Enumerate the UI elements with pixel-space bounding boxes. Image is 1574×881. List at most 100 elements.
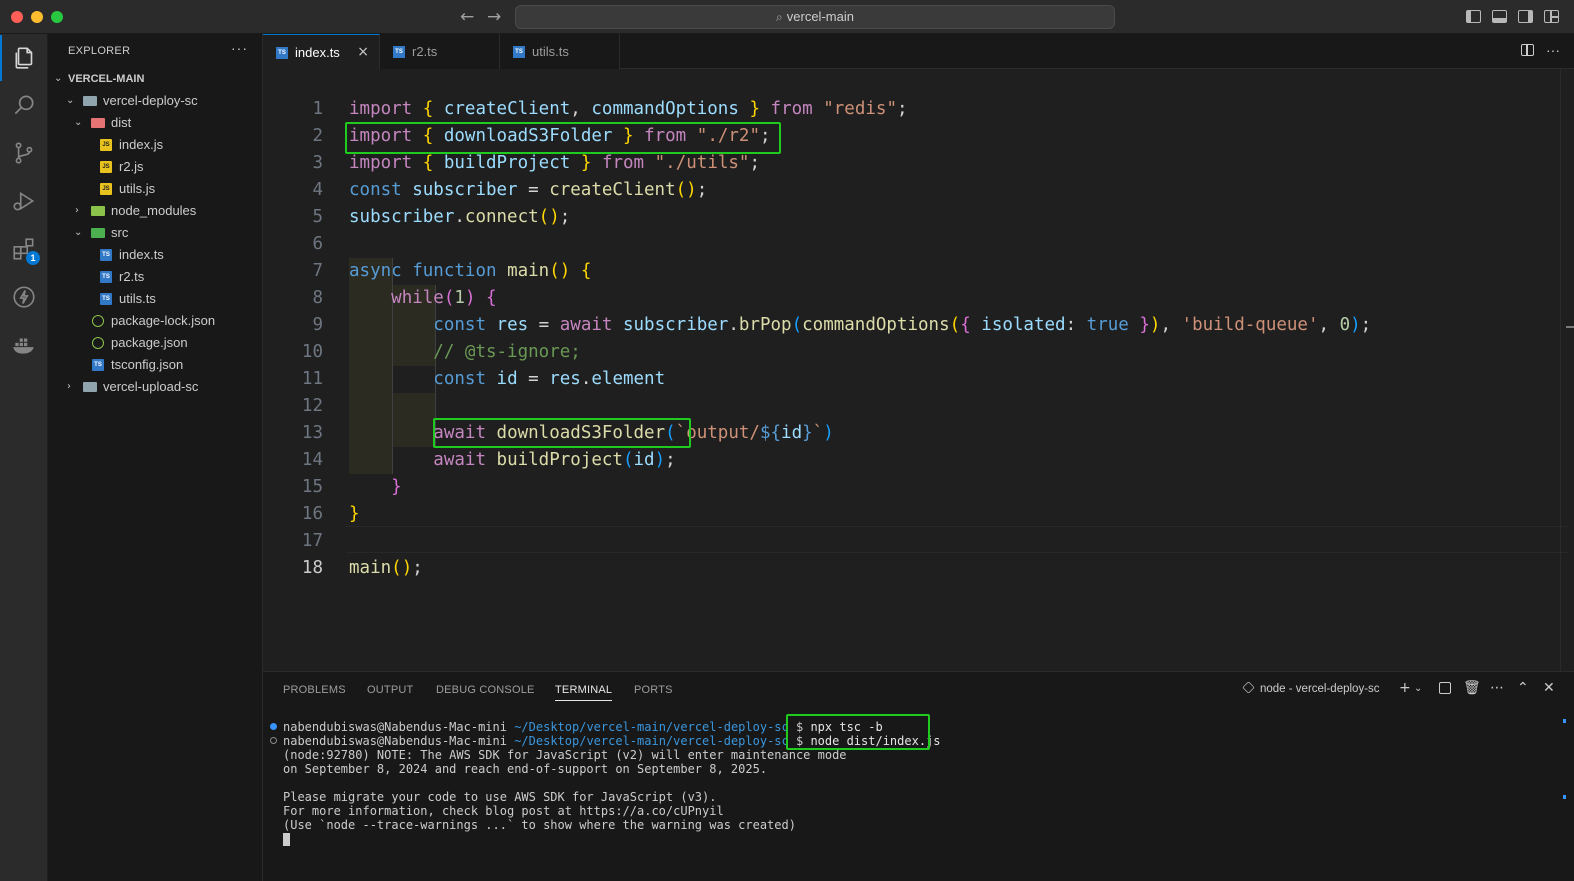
- json-file-icon: [92, 315, 104, 327]
- command-success-dot[interactable]: [270, 723, 277, 730]
- folder-icon: [83, 96, 97, 106]
- code-line: 9 const res = await subscriber.brPop(com…: [312, 315, 1372, 335]
- activity-bar: 1: [0, 34, 48, 881]
- code-line: 2 import { downloadS3Folder } from "./r2"…: [312, 126, 771, 146]
- editor-scrollbar[interactable]: [1560, 69, 1574, 671]
- chevron-down-icon: ⌄: [66, 95, 75, 106]
- code-line: 12: [301, 396, 323, 416]
- highlight-box-await-buildproject: [433, 418, 691, 448]
- terminal-output: For more information, check blog post at…: [283, 804, 724, 818]
- explorer-icon[interactable]: [0, 35, 48, 81]
- tab-utils-ts[interactable]: TS utils.ts: [500, 34, 620, 69]
- typescript-file-icon: TS: [100, 249, 112, 261]
- lightning-icon[interactable]: [0, 274, 48, 320]
- terminal-selector[interactable]: node - vercel-deploy-sc: [1242, 681, 1380, 695]
- tree-file-src-utils-ts[interactable]: TS utils.ts: [48, 288, 262, 310]
- code-line: 13 await downloadS3Folder(`output/${id}`…: [301, 423, 834, 443]
- tab-ports[interactable]: PORTS: [634, 684, 673, 696]
- more-actions-icon[interactable]: ···: [1546, 42, 1560, 58]
- code-line: 18 main();: [301, 558, 423, 578]
- javascript-file-icon: JS: [100, 161, 112, 173]
- folder-node-icon: [91, 206, 105, 216]
- close-icon[interactable]: ×: [357, 35, 369, 70]
- toggle-panel-icon[interactable]: [1492, 10, 1507, 23]
- tree-folder-src[interactable]: ⌄ src: [48, 222, 262, 244]
- folder-dist-icon: [91, 118, 105, 128]
- command-running-dot[interactable]: [270, 737, 277, 744]
- highlight-box-import-buildproject: [345, 122, 781, 154]
- terminal-icon: [1242, 681, 1255, 694]
- chevron-down-icon: ⌄: [74, 117, 83, 128]
- extensions-badge: 1: [26, 251, 40, 265]
- extensions-icon[interactable]: 1: [0, 226, 48, 272]
- more-actions-icon[interactable]: ⋯: [1490, 680, 1504, 696]
- tree-file-package-json[interactable]: package.json: [48, 332, 262, 354]
- tree-folder-dist[interactable]: ⌄ dist: [48, 112, 262, 134]
- scrollbar-marker: [1566, 326, 1574, 328]
- tree-file-tsconfig-json[interactable]: TS tsconfig.json: [48, 354, 262, 376]
- toggle-secondary-sidebar-icon[interactable]: [1518, 10, 1533, 23]
- add-terminal-icon[interactable]: +: [1399, 680, 1411, 696]
- json-file-icon: [92, 337, 104, 349]
- chevron-down-icon[interactable]: ⌄: [1414, 683, 1422, 694]
- code-line: 5 subscriber.connect();: [312, 207, 571, 227]
- tree-file-dist-utils-js[interactable]: JS utils.js: [48, 178, 262, 200]
- customize-layout-icon[interactable]: [1544, 10, 1559, 23]
- terminal-output: (node:92780) NOTE: The AWS SDK for JavaS…: [283, 748, 847, 762]
- highlight-box-terminal-commands: [786, 714, 930, 750]
- code-line: 6: [312, 234, 323, 254]
- split-editor-icon[interactable]: [1521, 44, 1534, 56]
- trash-icon[interactable]: 🗑: [1463, 680, 1481, 696]
- tab-problems[interactable]: PROBLEMS: [283, 684, 346, 696]
- tree-folder-node-modules[interactable]: › node_modules: [48, 200, 262, 222]
- tree-file-src-index-ts[interactable]: TS index.ts: [48, 244, 262, 266]
- code-editor[interactable]: 1 import { createClient, commandOptions }…: [263, 69, 1574, 671]
- arrow-left-icon[interactable]: ←: [460, 7, 474, 27]
- toggle-primary-sidebar-icon[interactable]: [1466, 10, 1481, 23]
- tsconfig-file-icon: TS: [92, 359, 104, 371]
- explorer-more-icon[interactable]: ···: [231, 40, 248, 56]
- bottom-panel: PROBLEMS OUTPUT DEBUG CONSOLE TERMINAL P…: [263, 671, 1574, 881]
- editor-actions: ···: [1521, 42, 1560, 58]
- tab-r2-ts[interactable]: TS r2.ts: [380, 34, 500, 69]
- tab-terminal[interactable]: TERMINAL: [555, 684, 613, 701]
- tree-file-dist-index-js[interactable]: JS index.js: [48, 134, 262, 156]
- editor-tab-bar: TS index.ts × TS r2.ts TS utils.ts ···: [263, 34, 1574, 69]
- typescript-file-icon: TS: [100, 271, 112, 283]
- chevron-down-icon: ⌄: [74, 227, 83, 238]
- code-line: 17: [301, 531, 323, 551]
- code-line: 8 while(1) {: [312, 288, 497, 308]
- minimize-window-button[interactable]: [31, 11, 43, 23]
- tab-index-ts[interactable]: TS index.ts ×: [263, 34, 380, 69]
- folder-src-icon: [91, 228, 105, 238]
- code-line: 15 }: [301, 477, 402, 497]
- tree-folder-vercel-upload-sc[interactable]: › vercel-upload-sc: [48, 376, 262, 398]
- run-debug-icon[interactable]: [0, 178, 48, 224]
- explorer-header: EXPLORER: [68, 45, 131, 57]
- close-window-button[interactable]: [11, 11, 23, 23]
- source-control-icon[interactable]: [0, 130, 48, 176]
- split-terminal-icon[interactable]: [1439, 682, 1451, 694]
- terminal-output: Please migrate your code to use AWS SDK …: [283, 790, 717, 804]
- docker-icon[interactable]: [0, 322, 48, 368]
- arrow-right-icon[interactable]: →: [487, 7, 501, 27]
- javascript-file-icon: JS: [100, 183, 112, 195]
- typescript-file-icon: TS: [276, 47, 288, 59]
- command-center-search[interactable]: ⌕ vercel-main: [515, 5, 1115, 29]
- search-icon: ⌕: [776, 10, 783, 24]
- code-line: 7 async function main() {: [312, 261, 592, 281]
- scrollbar-marker: [1563, 795, 1566, 799]
- tree-file-dist-r2-js[interactable]: JS r2.js: [48, 156, 262, 178]
- tree-file-package-lock-json[interactable]: package-lock.json: [48, 310, 262, 332]
- tab-output[interactable]: OUTPUT: [367, 684, 413, 696]
- tab-debug-console[interactable]: DEBUG CONSOLE: [436, 684, 535, 696]
- search-icon[interactable]: [0, 82, 48, 128]
- tree-file-src-r2-ts[interactable]: TS r2.ts: [48, 266, 262, 288]
- javascript-file-icon: JS: [100, 139, 112, 151]
- tree-folder-vercel-deploy-sc[interactable]: ⌄ vercel-deploy-sc: [48, 90, 262, 112]
- maximize-window-button[interactable]: [51, 11, 63, 23]
- close-panel-icon[interactable]: ✕: [1543, 680, 1555, 696]
- maximize-panel-icon[interactable]: ⌃: [1517, 680, 1529, 696]
- tree-root-vercel-main[interactable]: ⌄ VERCEL-MAIN: [48, 68, 262, 90]
- code-line: 10 // @ts-ignore;: [301, 342, 581, 362]
